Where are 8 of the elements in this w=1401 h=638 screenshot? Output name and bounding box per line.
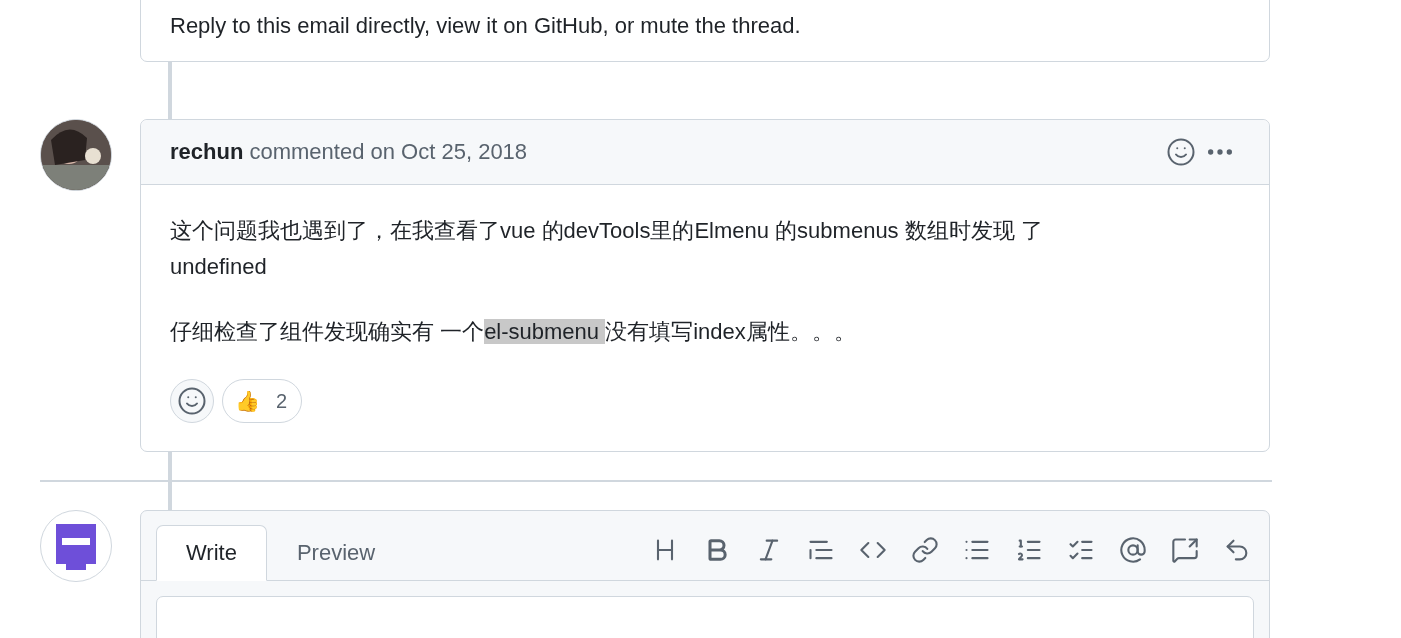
comment-paragraph: 仔细检查了组件发现确实有 一个el-submenu 没有填写index属性。。。 <box>170 318 857 346</box>
email-reply-note: Reply to this email directly, view it on GitHub, or mute the thread. <box>170 12 802 40</box>
editor-tab[interactable]: Write <box>156 525 267 581</box>
add-reaction-button[interactable] <box>170 379 214 423</box>
comment-paragraph: 这个问题我也遇到了，在我查看了vue 的devTools里的Elmenu 的submenus 数组时发现 了undefined <box>170 217 1044 281</box>
reaction-button[interactable]: 👍 2 <box>222 379 303 423</box>
comment-header: rechun commented on Oct 25, 2018 <box>170 139 529 165</box>
editor-tab[interactable]: Preview <box>266 525 406 581</box>
